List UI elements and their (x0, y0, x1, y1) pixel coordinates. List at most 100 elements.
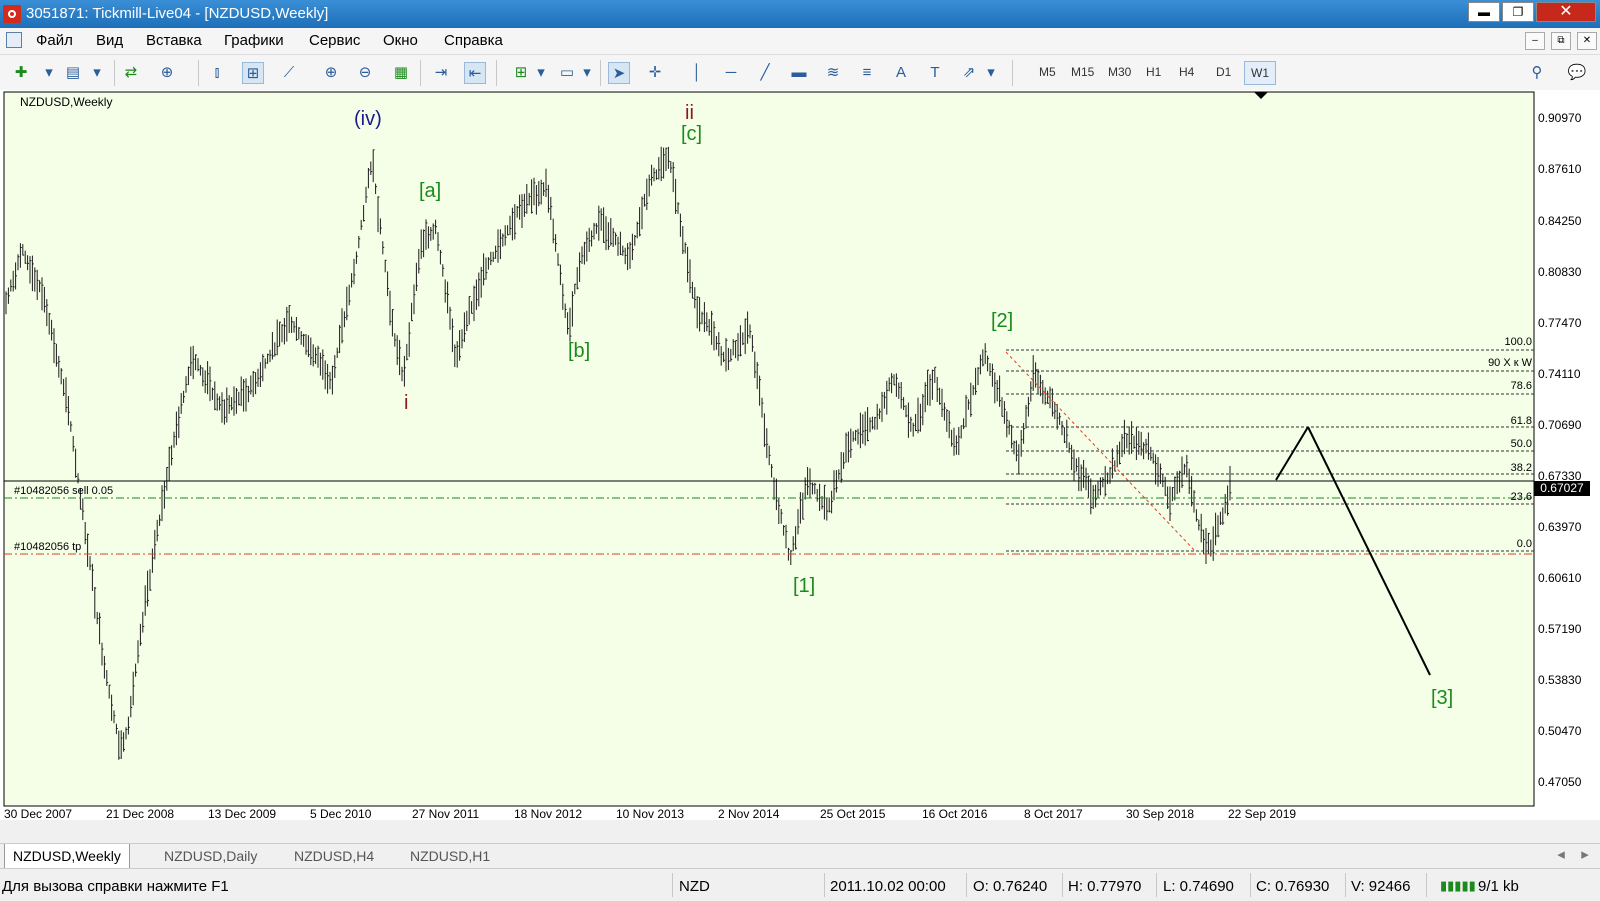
date-tick: 10 Nov 2013 (616, 807, 685, 821)
timeframe-h1[interactable]: H1 (1146, 65, 1161, 79)
wave-label-c[interactable]: [c] (681, 123, 702, 146)
tab-nzdusd-h1[interactable]: NZDUSD,H1 (402, 846, 498, 866)
window-title: 3051871: Tickmill-Live04 - [NZDUSD,Weekl… (26, 5, 329, 22)
menu-bar: Файл Вид Вставка Графики Сервис Окно Спр… (0, 28, 1600, 55)
menu-insert[interactable]: Вставка (146, 32, 202, 49)
zoom-out-icon[interactable]: ⊖ (354, 62, 376, 84)
vertical-line-icon[interactable]: │ (686, 62, 708, 84)
chat-icon[interactable]: 💬 (1566, 62, 1588, 84)
new-chart-icon[interactable]: ✚ (10, 62, 32, 84)
sell-order-label[interactable]: #10482056 sell 0.05 (14, 485, 113, 497)
tab-nzdusd-h4[interactable]: NZDUSD,H4 (286, 846, 382, 866)
trendline-icon[interactable]: ╱ (754, 62, 776, 84)
date-tick: 21 Dec 2008 (106, 807, 175, 821)
wave-label-b[interactable]: [b] (568, 340, 590, 363)
horizontal-line-icon[interactable]: ─ (720, 62, 742, 84)
timeframe-w1[interactable]: W1 (1244, 61, 1276, 85)
rectangle-icon[interactable]: ▬ (788, 62, 810, 84)
fib-level-label: 50.0 (1510, 438, 1532, 450)
price-tick: 0.90970 (1538, 111, 1582, 125)
fibonacci-retracement-icon[interactable]: ≡ (856, 62, 878, 84)
take-profit-label[interactable]: #10482056 tp (14, 541, 81, 553)
menu-file[interactable]: Файл (36, 32, 73, 49)
wave-label-2[interactable]: [2] (991, 310, 1013, 333)
zoom-in-icon[interactable]: ⊕ (320, 62, 342, 84)
maximize-button[interactable]: ❐ (1502, 2, 1534, 22)
close-button[interactable]: ✕ (1536, 2, 1596, 22)
wave-label-ii[interactable]: ii (685, 102, 694, 125)
wave-label-1[interactable]: [1] (793, 575, 815, 598)
status-separator (966, 873, 967, 897)
toolbar-separator (1012, 60, 1013, 86)
scroll-right-icon[interactable]: ▸ (1574, 844, 1596, 866)
tab-nzdusd-daily[interactable]: NZDUSD,Daily (156, 846, 265, 866)
tile-windows-icon[interactable]: ▦ (390, 62, 412, 84)
minimize-button[interactable]: ▬ (1468, 2, 1500, 22)
dropdown-arrow-icon[interactable]: ▾ (86, 62, 108, 84)
date-tick: 30 Sep 2018 (1126, 807, 1195, 821)
candlestick-icon[interactable]: ⊞ (242, 62, 264, 84)
fib-level-label: 23.6 (1510, 491, 1532, 503)
templates-icon[interactable]: ▭ (556, 62, 578, 84)
price-tick: 0.60610 (1538, 571, 1582, 585)
fib-level-label: 0.0 (1516, 538, 1532, 550)
mdi-restore-button[interactable]: ⧉ (1551, 32, 1571, 50)
dropdown-arrow-icon[interactable]: ▾ (530, 62, 552, 84)
crosshair-icon[interactable]: ✛ (644, 62, 666, 84)
scroll-left-icon[interactable]: ◂ (1550, 844, 1572, 866)
market-watch-icon[interactable]: ⇄ (120, 62, 142, 84)
line-chart-icon[interactable]: ⟋ (278, 62, 300, 84)
connection-bars-icon: ▮▮▮▮▮ (1440, 878, 1476, 893)
timeframe-m15[interactable]: M15 (1071, 65, 1094, 79)
menu-help[interactable]: Справка (444, 32, 503, 49)
status-separator (1345, 873, 1346, 897)
indicators-icon[interactable]: ⊞ (510, 62, 532, 84)
wave-label-3[interactable]: [3] (1431, 687, 1453, 710)
fib-level-label: 90 X к W (1488, 357, 1532, 369)
text-label-icon[interactable]: T (924, 62, 946, 84)
bar-chart-icon[interactable]: ⫾ (206, 62, 228, 84)
mdi-minimize-button[interactable]: – (1525, 32, 1545, 50)
fibonacci-fan-icon[interactable]: ≋ (822, 62, 844, 84)
tab-nzdusd-weekly[interactable]: NZDUSD,Weekly (4, 844, 130, 869)
timeframe-m5[interactable]: M5 (1039, 65, 1056, 79)
date-tick: 13 Dec 2009 (208, 807, 277, 821)
price-tick: 0.53830 (1538, 673, 1582, 687)
timeframe-d1[interactable]: D1 (1216, 65, 1231, 79)
chart-document-icon[interactable] (6, 32, 22, 48)
menu-window[interactable]: Окно (383, 32, 418, 49)
profiles-icon[interactable]: ▤ (62, 62, 84, 84)
menu-view[interactable]: Вид (96, 32, 123, 49)
date-tick: 30 Dec 2007 (4, 807, 73, 821)
dropdown-arrow-icon[interactable]: ▾ (38, 62, 60, 84)
menu-charts[interactable]: Графики (224, 32, 284, 49)
chart-shift-icon[interactable]: ⇤ (464, 62, 486, 84)
mdi-close-button[interactable]: ✕ (1577, 32, 1597, 50)
price-chart[interactable] (0, 90, 1600, 820)
wave-label-i[interactable]: i (404, 392, 408, 415)
toolbar-separator (496, 60, 497, 86)
timeframe-m30[interactable]: M30 (1108, 65, 1131, 79)
arrows-tool-icon[interactable]: ⇗ (958, 62, 980, 84)
wave-label-a[interactable]: [a] (419, 180, 441, 203)
menu-tools[interactable]: Сервис (309, 32, 360, 49)
dropdown-arrow-icon[interactable]: ▾ (980, 62, 1002, 84)
cursor-icon[interactable]: ➤ (608, 62, 630, 84)
toolbar-separator (198, 60, 199, 86)
status-separator (824, 873, 825, 897)
autoscroll-icon[interactable]: ⇥ (430, 62, 452, 84)
crosshair-navigator-icon[interactable]: ⊕ (156, 62, 178, 84)
toolbar: ✚ ▾ ▤ ▾ ⇄ ⊕ ⫾ ⊞ ⟋ ⊕ ⊖ ▦ ⇥ ⇤ ⊞ ▾ ▭ ▾ ➤ ✛ … (0, 55, 1600, 91)
date-tick: 27 Nov 2011 (412, 807, 480, 821)
search-icon[interactable]: ⚲ (1526, 62, 1548, 84)
wave-label-iv[interactable]: (iv) (354, 108, 382, 131)
price-tick: 0.80830 (1538, 265, 1582, 279)
fib-level-label: 38.2 (1510, 462, 1532, 474)
toolbar-separator (114, 60, 115, 86)
dropdown-arrow-icon[interactable]: ▾ (576, 62, 598, 84)
chart-window[interactable]: NZDUSD,Weekly 0.90970 0.87610 0.84250 0.… (0, 90, 1600, 821)
text-tool-icon[interactable]: A (890, 62, 912, 84)
status-traffic: 9/1 kb (1478, 878, 1519, 895)
timeframe-h4[interactable]: H4 (1179, 65, 1194, 79)
price-tick: 0.47050 (1538, 775, 1582, 789)
